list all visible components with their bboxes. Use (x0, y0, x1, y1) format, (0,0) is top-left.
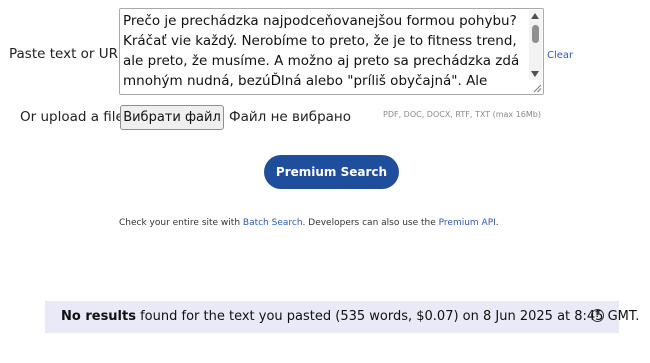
premium-search-button[interactable]: Premium Search (264, 155, 399, 189)
paste-text-label: Paste text or URL: (9, 46, 131, 62)
scroll-thumb[interactable] (532, 25, 539, 43)
premium-api-link[interactable]: Premium API (439, 218, 496, 228)
paste-text-value[interactable]: Prečo je prechádzka najpodceňovanejšou f… (123, 11, 529, 93)
scroll-up-arrow-icon[interactable] (531, 13, 539, 19)
textarea-scrollbar[interactable] (529, 10, 542, 80)
result-banner: No results found for the text you pasted… (45, 301, 639, 333)
info-middle: . Developers can also use the (302, 218, 439, 228)
scroll-down-arrow-icon[interactable] (531, 71, 539, 77)
info-suffix: . (495, 218, 499, 228)
clear-link[interactable]: Clear (547, 50, 573, 61)
info-line: Check your entire site with Batch Search… (119, 218, 499, 228)
file-status-text: Файл не вибрано (229, 109, 351, 125)
upload-file-label: Or upload a file: (20, 109, 129, 125)
choose-file-button[interactable]: Вибрати файл (120, 105, 224, 130)
file-formats-note: PDF, DOC, DOCX, RTF, TXT (max 16Mb) (383, 110, 541, 119)
batch-search-link[interactable]: Batch Search (243, 218, 303, 228)
result-status: No results (61, 309, 136, 324)
resize-grip-icon[interactable] (532, 83, 542, 93)
result-details: found for the text you pasted (535 words… (135, 309, 640, 324)
result-message: No results found for the text you pasted… (61, 309, 639, 324)
help-icon[interactable]: ? (591, 309, 604, 322)
info-prefix: Check your entire site with (119, 218, 243, 228)
paste-text-area[interactable]: Prečo je prechádzka najpodceňovanejšou f… (119, 8, 544, 95)
